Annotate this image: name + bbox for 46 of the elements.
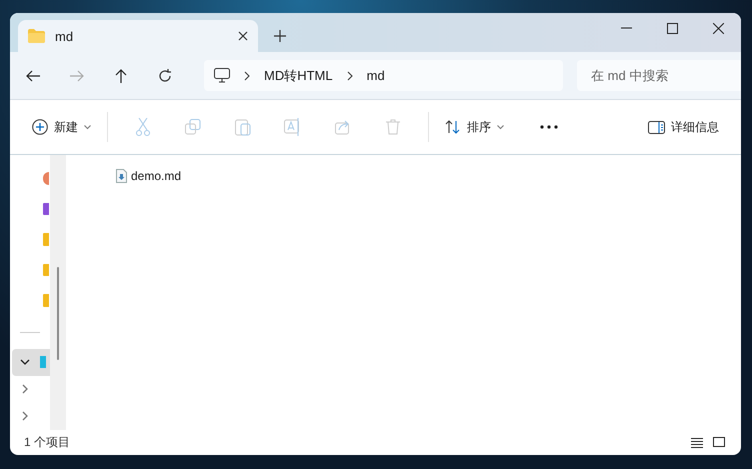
breadcrumb[interactable]: md: [366, 68, 385, 83]
address-bar[interactable]: MD转HTML md: [204, 60, 563, 91]
chevron-right-icon[interactable]: [20, 411, 30, 422]
arrow-right-icon: [70, 70, 84, 82]
maximize-icon: [666, 22, 678, 34]
square-icon: [713, 437, 725, 448]
tab[interactable]: md: [18, 20, 258, 52]
item-count: 1 个项目: [24, 434, 70, 451]
refresh-icon: [158, 68, 172, 82]
minimize-icon: [620, 27, 632, 29]
arrow-left-icon: [26, 70, 40, 82]
tab-label: md: [55, 28, 74, 44]
caret-icon: [84, 124, 91, 130]
sidebar-icon[interactable]: [43, 202, 49, 216]
clipboard-icon: [235, 118, 251, 136]
arrow-up-icon: [115, 68, 127, 82]
chevron-down-icon[interactable]: [20, 357, 30, 368]
copy-icon: [185, 119, 201, 135]
rename-icon: [284, 118, 302, 136]
computer-icon: [214, 68, 230, 83]
chevron-right-icon: [346, 70, 353, 80]
sort-icon: [445, 120, 461, 134]
folder-icon: [28, 29, 45, 43]
scrollbar-thumb[interactable]: [57, 267, 59, 360]
scissors-icon: [135, 118, 151, 136]
close-icon: [712, 22, 724, 34]
search-field[interactable]: 在 md 中搜索: [577, 60, 741, 91]
drive-icon: [40, 356, 46, 368]
caret-icon: [497, 124, 504, 130]
list-icon: [691, 438, 703, 448]
file-name[interactable]: demo.md: [131, 169, 182, 183]
new-button[interactable]: 新建: [28, 114, 95, 140]
close-icon[interactable]: [238, 31, 248, 41]
share-icon: [335, 119, 351, 135]
document-icon: [116, 169, 127, 183]
sidebar-icon[interactable]: [43, 172, 49, 185]
trash-icon: [386, 119, 400, 135]
sort-button[interactable]: 排序: [441, 114, 508, 140]
breadcrumb[interactable]: MD转HTML: [264, 66, 333, 84]
plus-icon: [274, 30, 286, 42]
more-icon: [540, 125, 558, 129]
details-button[interactable]: 详细信息: [644, 114, 723, 140]
chevron-right-icon[interactable]: [20, 384, 30, 394]
plus-circle-icon: [32, 119, 48, 135]
details-pane-icon: [648, 120, 665, 134]
chevron-right-icon: [244, 70, 250, 80]
